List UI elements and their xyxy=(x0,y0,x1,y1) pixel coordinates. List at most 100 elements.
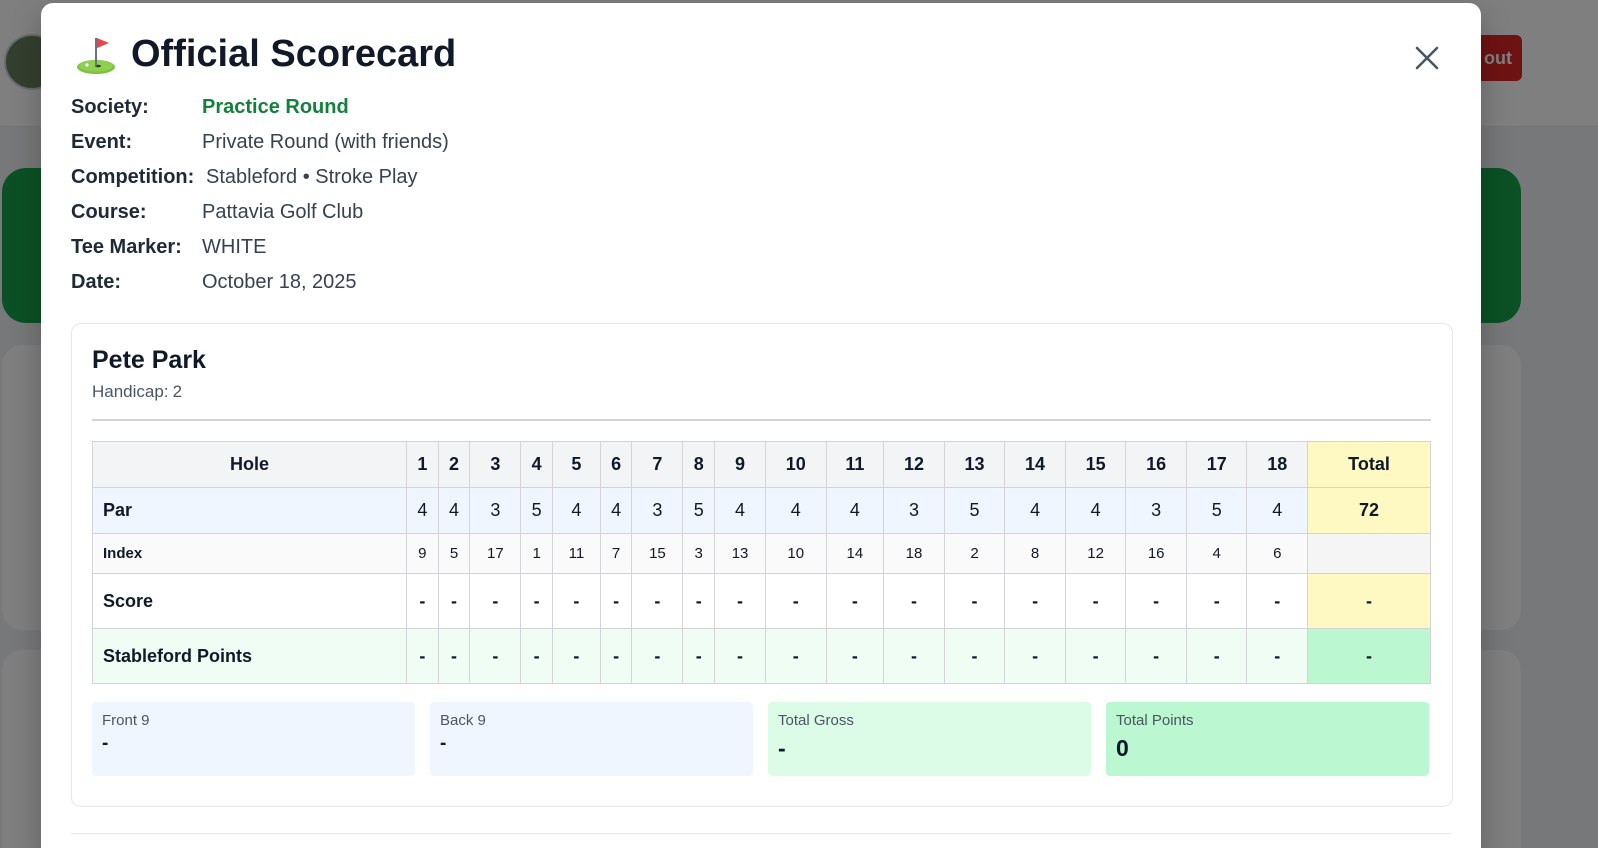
stableford-points-row: Stableford Points - - - - - - - - - - - - - - - - - - - xyxy=(92,628,1431,684)
score-row-cell: - xyxy=(469,573,522,629)
score-row-label: Score xyxy=(92,573,407,629)
index-row-cell: 8 xyxy=(1004,533,1066,574)
par-row-cell: 3 xyxy=(469,487,522,534)
stableford-points-row-cell: - xyxy=(1246,628,1309,684)
stableford-points-row-cell: - xyxy=(765,628,827,684)
par-row-cell: 5 xyxy=(682,487,716,534)
total-gross-summary: Total Gross - xyxy=(768,702,1091,776)
par-row-cell: 4 xyxy=(437,487,471,534)
event-label: Event: xyxy=(71,131,133,153)
divider xyxy=(92,419,1431,421)
par-row-cell: 3 xyxy=(883,487,945,534)
front9-value: - xyxy=(102,733,109,754)
par-row-cell: 4 xyxy=(765,487,827,534)
total-gross-label: Total Gross xyxy=(778,712,854,729)
hole-number-header: 18 xyxy=(1246,441,1309,488)
score-row-cell: - xyxy=(1004,573,1066,629)
hole-header: Hole xyxy=(92,441,407,488)
competition-value: Stableford • Stroke Play xyxy=(206,166,418,188)
index-row-cell: 7 xyxy=(599,533,633,574)
score-row-cell: - xyxy=(883,573,945,629)
index-row-cell: 12 xyxy=(1064,533,1127,574)
stableford-points-row-cell: - xyxy=(469,628,522,684)
hole-number-header: 12 xyxy=(883,441,945,488)
index-row-cell: 5 xyxy=(437,533,471,574)
stableford-points-row-cell: - xyxy=(883,628,945,684)
hole-number-header: 2 xyxy=(437,441,471,488)
round-details: Society: Practice Round Event: Private R… xyxy=(71,90,449,300)
tee-value: WHITE xyxy=(202,236,267,258)
event-row: Event: Private Round (with friends) xyxy=(71,125,449,160)
par-row-cell: 5 xyxy=(1185,487,1248,534)
divider xyxy=(71,833,1451,834)
score-row-cell: - xyxy=(1064,573,1127,629)
scorecard-table: Hole 1 2 3 4 5 6 7 8 9 10 11 12 13 14 15 16 17 18 Total Pa… xyxy=(92,441,1431,684)
competition-label: Competition: xyxy=(71,166,195,188)
score-row-cell: - xyxy=(714,573,766,629)
index-row-label: Index xyxy=(92,533,407,574)
score-row-cell: - xyxy=(682,573,716,629)
total-gross-value: - xyxy=(778,735,786,761)
front9-summary: Front 9 - xyxy=(92,702,415,776)
par-row-cell: 5 xyxy=(943,487,1006,534)
total-points-summary: Total Points 0 xyxy=(1106,702,1429,776)
score-row-cell: - xyxy=(406,573,439,629)
stableford-points-row-label: Stableford Points xyxy=(92,628,407,684)
par-row-cell: 5 xyxy=(520,487,554,534)
index-row-cell: 15 xyxy=(631,533,684,574)
date-label: Date: xyxy=(71,271,122,293)
course-row: Course: Pattavia Golf Club xyxy=(71,195,449,230)
index-row-cell: 11 xyxy=(552,533,601,574)
golf-flag-icon xyxy=(77,37,115,74)
society-label: Society: xyxy=(71,96,149,118)
index-row-cell: 2 xyxy=(943,533,1006,574)
par-row-cell: 3 xyxy=(631,487,684,534)
player-scorecard: Pete Park Handicap: 2 Hole 1 2 3 4 5 6 7 8 9 10 11 1… xyxy=(71,323,1453,807)
score-row-cell: - xyxy=(599,573,633,629)
handicap: Handicap: 2 xyxy=(92,382,182,402)
par-row-cell: 4 xyxy=(406,487,439,534)
event-value: Private Round (with friends) xyxy=(202,131,449,153)
score-row-cell: - xyxy=(631,573,684,629)
par-row-cell: 4 xyxy=(1004,487,1066,534)
tee-label: Tee Marker: xyxy=(71,236,182,258)
stableford-points-row-cell: - xyxy=(714,628,766,684)
total-header: Total xyxy=(1307,441,1431,488)
player-name: Pete Park xyxy=(92,346,206,374)
index-row-cell: 9 xyxy=(406,533,439,574)
stableford-points-row-cell: - xyxy=(825,628,885,684)
stableford-points-row-cell: - xyxy=(520,628,554,684)
par-row-cell: 4 xyxy=(1246,487,1309,534)
hole-number-header: 5 xyxy=(552,441,601,488)
stableford-points-row-cell: - xyxy=(437,628,471,684)
hole-number-header: 6 xyxy=(599,441,633,488)
modal-title-text: Official Scorecard xyxy=(131,33,457,75)
index-row-cell: 14 xyxy=(825,533,885,574)
par-row-cell: 4 xyxy=(714,487,766,534)
par-row-cell: 4 xyxy=(1064,487,1127,534)
front9-label: Front 9 xyxy=(102,712,150,729)
hole-number-header: 4 xyxy=(520,441,554,488)
score-row-cell: - xyxy=(552,573,601,629)
stableford-points-row-total: - xyxy=(1307,628,1431,684)
course-label: Course: xyxy=(71,201,147,223)
score-row-cell: - xyxy=(765,573,827,629)
date-value: October 18, 2025 xyxy=(202,271,357,293)
index-row-cell: 13 xyxy=(714,533,766,574)
hole-number-header: 13 xyxy=(943,441,1006,488)
hole-number-header: 1 xyxy=(406,441,439,488)
competition-row: Competition: Stableford • Stroke Play xyxy=(71,160,449,195)
hole-number-header: 11 xyxy=(825,441,885,488)
back9-value: - xyxy=(440,733,447,754)
stableford-points-row-cell: - xyxy=(1004,628,1066,684)
close-button[interactable] xyxy=(1410,41,1444,75)
tee-row: Tee Marker: WHITE xyxy=(71,230,449,265)
score-row-cell: - xyxy=(1246,573,1309,629)
close-icon xyxy=(1415,46,1439,70)
stableford-points-row-cell: - xyxy=(1185,628,1248,684)
total-points-label: Total Points xyxy=(1116,712,1194,729)
index-row-cell: 10 xyxy=(765,533,827,574)
back9-label: Back 9 xyxy=(440,712,486,729)
stableford-points-row-cell: - xyxy=(599,628,633,684)
score-summary: Front 9 - Back 9 - Total Gross - Total P… xyxy=(92,702,1431,776)
